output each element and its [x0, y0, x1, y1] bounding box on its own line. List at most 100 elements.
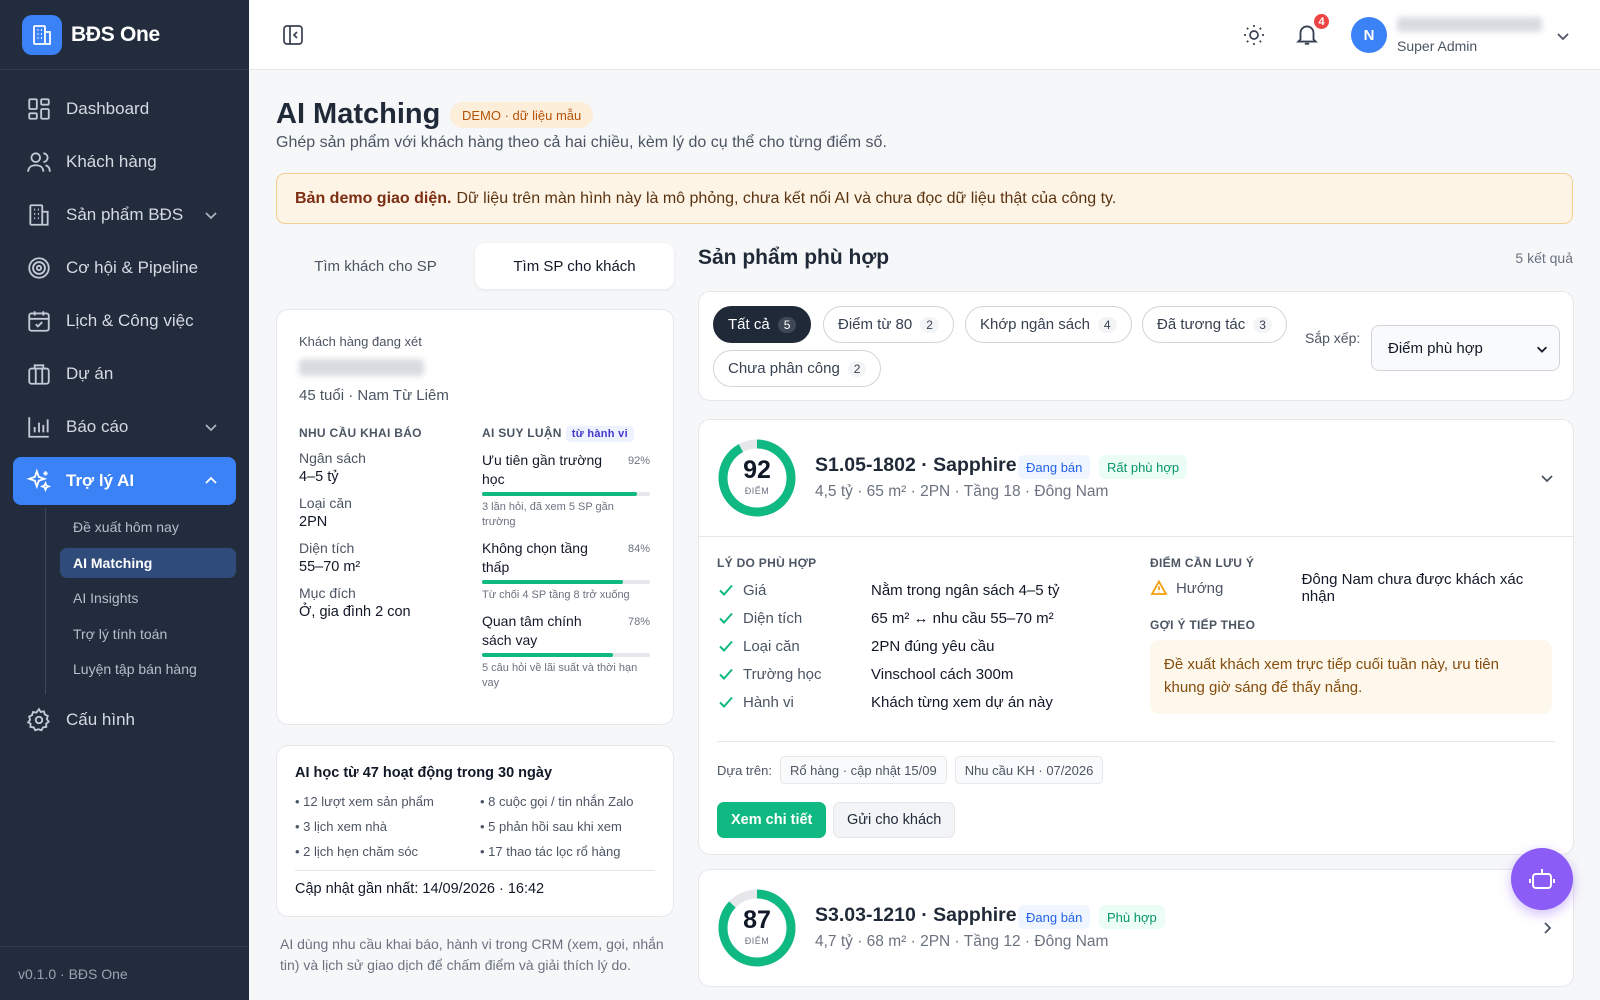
sidebar-item-label: Dự án	[66, 363, 114, 383]
ai-subnav: Đề xuất hôm nay AI Matching AI Insights …	[45, 508, 249, 694]
view-detail-button[interactable]: Xem chi tiết	[717, 802, 827, 838]
filter-chip-all[interactable]: Tất cả 5	[713, 306, 812, 343]
need-item: Mục đích Ở, gia đình 2 con	[299, 585, 469, 620]
chevron-down-icon[interactable]	[1555, 28, 1571, 44]
subnav-item-sales-practice[interactable]: Luyện tập bán hàng	[60, 654, 236, 684]
sidebar-item-dashboard[interactable]: Dashboard	[0, 82, 249, 135]
page-subtitle: Ghép sản phẩm với khách hàng theo cả hai…	[276, 134, 887, 151]
sidebar-item-calendar[interactable]: Lịch & Công việc	[0, 294, 249, 347]
product-title[interactable]: S3.03-1210 · Sapphire	[815, 904, 1017, 927]
reason-label: Giá	[743, 581, 767, 599]
subnav-item-today[interactable]: Đề xuất hôm nay	[60, 512, 236, 542]
alert-title: Bản demo giao diện.	[295, 189, 452, 207]
sidebar-item-products[interactable]: Sản phẩm BĐS	[0, 188, 249, 241]
product-title[interactable]: S1.05-1802 · Sapphire	[815, 454, 1017, 477]
chevron-down-icon[interactable]	[1539, 470, 1555, 486]
ai-heading: AI SUY LUẬN từ hành vi	[482, 426, 650, 442]
sidebar-toggle-icon[interactable]	[282, 24, 304, 46]
filter-chip-unassigned[interactable]: Chưa phân công 2	[713, 350, 882, 387]
ai-learning-card: AI học từ 47 hoạt động trong 30 ngày • 1…	[276, 745, 674, 917]
sort-select[interactable]: Điểm phù hợp	[1371, 325, 1560, 371]
inference-percent: 84%	[627, 543, 650, 555]
chip-count: 4	[1097, 316, 1117, 333]
chip-label: Điểm từ 80	[838, 316, 913, 333]
customer-card: Khách hàng đang xét 45 tuổi · Nam Từ Liê…	[276, 309, 674, 725]
send-to-customer-button[interactable]: Gửi cho khách	[833, 802, 956, 838]
inference-detail: Từ chối 4 SP tầng 8 trở xuống	[482, 589, 630, 601]
reason-value: Nằm trong ngân sách 4–5 tỷ	[871, 581, 1060, 599]
reasons-heading: LÝ DO PHÙ HỢP	[717, 556, 817, 570]
inference-title: Quan tâm chính sách vay	[482, 613, 582, 648]
bar-chart-icon	[28, 416, 49, 438]
reason-value: 2PN đúng yêu cầu	[871, 637, 995, 655]
filter-chip-budget[interactable]: Khớp ngân sách 4	[965, 306, 1132, 343]
ai-footnote: AI dùng nhu cầu khai báo, hành vi trong …	[280, 936, 664, 973]
chevron-right-icon[interactable]	[1539, 920, 1555, 936]
need-item: Loại căn 2PN	[299, 495, 469, 530]
score-value: 87	[743, 906, 771, 934]
tab-find-customers[interactable]: Tìm khách cho SP	[276, 243, 475, 289]
calendar-icon	[28, 310, 50, 332]
inference-title: Ưu tiên gần trường học	[482, 452, 603, 487]
ai-assistant-fab[interactable]	[1511, 848, 1573, 910]
tab-find-products[interactable]: Tìm SP cho khách	[475, 243, 674, 289]
need-label: Ngân sách	[299, 450, 366, 466]
sidebar-item-settings[interactable]: Cấu hình	[0, 694, 249, 747]
activity-item: • 8 cuộc gọi / tin nhắn Zalo	[480, 794, 634, 809]
activity-item: • 17 thao tác lọc rổ hàng	[480, 844, 621, 859]
subnav-item-ai-matching[interactable]: AI Matching	[60, 547, 236, 578]
chip-label: Chưa phân công	[728, 360, 840, 377]
main-nav: Dashboard Khách hàng Sản phẩm BĐS Cơ hội…	[0, 70, 249, 747]
check-icon	[719, 696, 733, 708]
notes-heading: ĐIỂM CẦN LƯU Ý	[1150, 556, 1255, 570]
sidebar-item-label: Báo cáo	[66, 416, 129, 436]
activity-item: • 3 lịch xem nhà	[295, 819, 387, 834]
activity-item: • 12 lượt xem sản phẩm	[295, 794, 434, 809]
users-icon	[27, 151, 51, 172]
need-value: 2PN	[299, 514, 328, 530]
notes-panel: ĐIỂM CẦN LƯU Ý Hướng Đông Nam chưa được …	[1150, 556, 1560, 714]
source-tag: Rổ hàng · cập nhật 15/09	[779, 756, 947, 784]
user-role: Super Admin	[1397, 38, 1478, 54]
subnav-item-ai-insights[interactable]: AI Insights	[60, 583, 236, 613]
confidence-bar	[482, 580, 650, 584]
product-card[interactable]: 87 ĐIỂM S3.03-1210 · Sapphire Đang bán P…	[698, 869, 1574, 987]
confidence-fill	[482, 653, 614, 657]
warning-icon	[1150, 579, 1168, 595]
note-row: Hướng Đông Nam chưa được khách xác nhận	[1150, 571, 1560, 605]
sidebar-item-reports[interactable]: Báo cáo	[0, 400, 249, 453]
next-heading: GỢI Ý TIẾP THEO	[1150, 618, 1256, 632]
avatar[interactable]: N	[1351, 17, 1387, 53]
ai-source-tag: từ hành vi	[565, 426, 634, 442]
sun-icon[interactable]	[1242, 23, 1266, 47]
sidebar-item-label: Dashboard	[66, 98, 150, 118]
subnav-item-calculator[interactable]: Trợ lý tính toán	[60, 619, 236, 649]
need-value: Ở, gia đình 2 con	[299, 604, 411, 620]
reason-label: Diện tích	[743, 609, 803, 627]
confidence-bar	[482, 492, 650, 496]
reason-row: Hành vi Khách từng xem dự án này	[717, 688, 1117, 716]
filter-chip-interacted[interactable]: Đã tương tác 3	[1142, 306, 1287, 343]
filter-chip-score-80[interactable]: Điểm từ 80 2	[823, 306, 954, 343]
results-count: 5 kết quả	[1515, 250, 1573, 266]
gear-icon	[26, 707, 51, 732]
reason-row: Trường học Vinschool cách 300m	[717, 660, 1117, 688]
match-reasons: LÝ DO PHÙ HỢP Giá Nằm trong ngân sách 4–5…	[717, 556, 1117, 716]
data-sources: Dựa trên: Rổ hàng · cập nhật 15/09 Nhu c…	[717, 756, 1104, 784]
fit-badge: Phù hợp	[1099, 905, 1165, 929]
reason-value: Khách từng xem dự án này	[871, 693, 1053, 711]
reason-label: Loại căn	[743, 637, 800, 655]
brand[interactable]: BĐS One	[0, 0, 249, 70]
last-updated: Cập nhật gần nhất: 14/09/2026 · 16:42	[295, 881, 545, 897]
sidebar-item-pipeline[interactable]: Cơ hội & Pipeline	[0, 241, 249, 294]
ai-inferences: AI SUY LUẬN từ hành vi Ưu tiên gần trường…	[482, 426, 650, 691]
chip-count: 2	[847, 360, 867, 377]
sidebar-item-projects[interactable]: Dự án	[0, 347, 249, 400]
sidebar-item-ai-assistant[interactable]: Trợ lý AI	[13, 457, 236, 505]
chip-label: Tất cả	[728, 316, 770, 333]
ai-heading-text: AI SUY LUẬN	[482, 426, 562, 440]
sidebar-item-customers[interactable]: Khách hàng	[0, 135, 249, 188]
needs-heading: NHU CẦU KHAI BÁO	[299, 426, 422, 440]
inference-percent: 92%	[627, 455, 650, 467]
need-label: Diện tích	[299, 540, 355, 556]
